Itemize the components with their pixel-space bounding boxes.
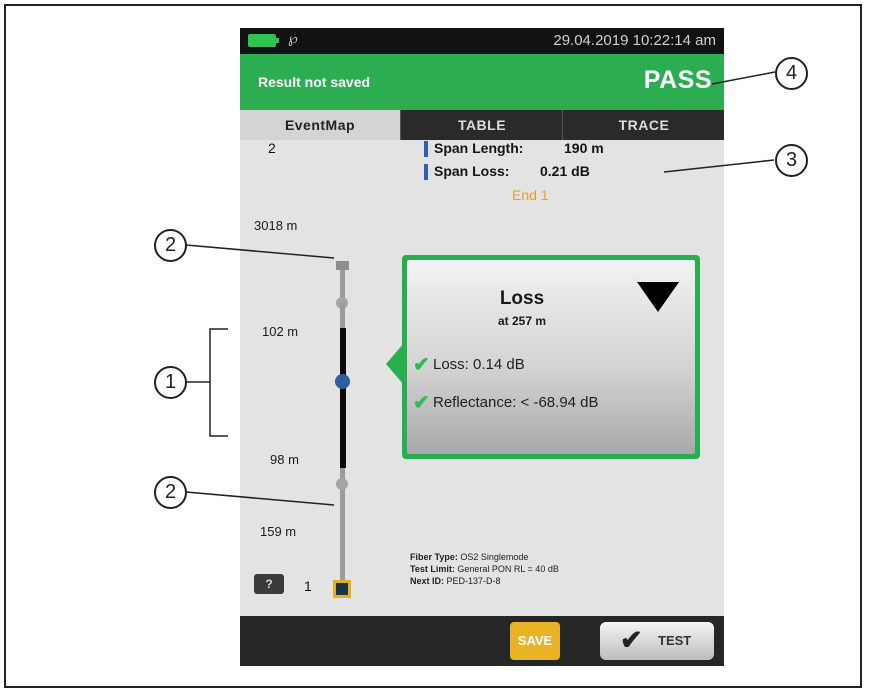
leader-line xyxy=(663,159,775,173)
callout-leaders xyxy=(185,71,776,506)
callout-2-lower: 2 xyxy=(154,476,187,509)
callout-2-upper: 2 xyxy=(154,229,187,262)
leader-line xyxy=(185,244,335,259)
callout-4: 4 xyxy=(775,57,808,90)
leader-line xyxy=(185,491,335,506)
bracket-line xyxy=(209,328,228,437)
callout-1: 1 xyxy=(154,366,187,399)
callout-3: 3 xyxy=(775,144,808,177)
leader-line xyxy=(711,71,776,85)
